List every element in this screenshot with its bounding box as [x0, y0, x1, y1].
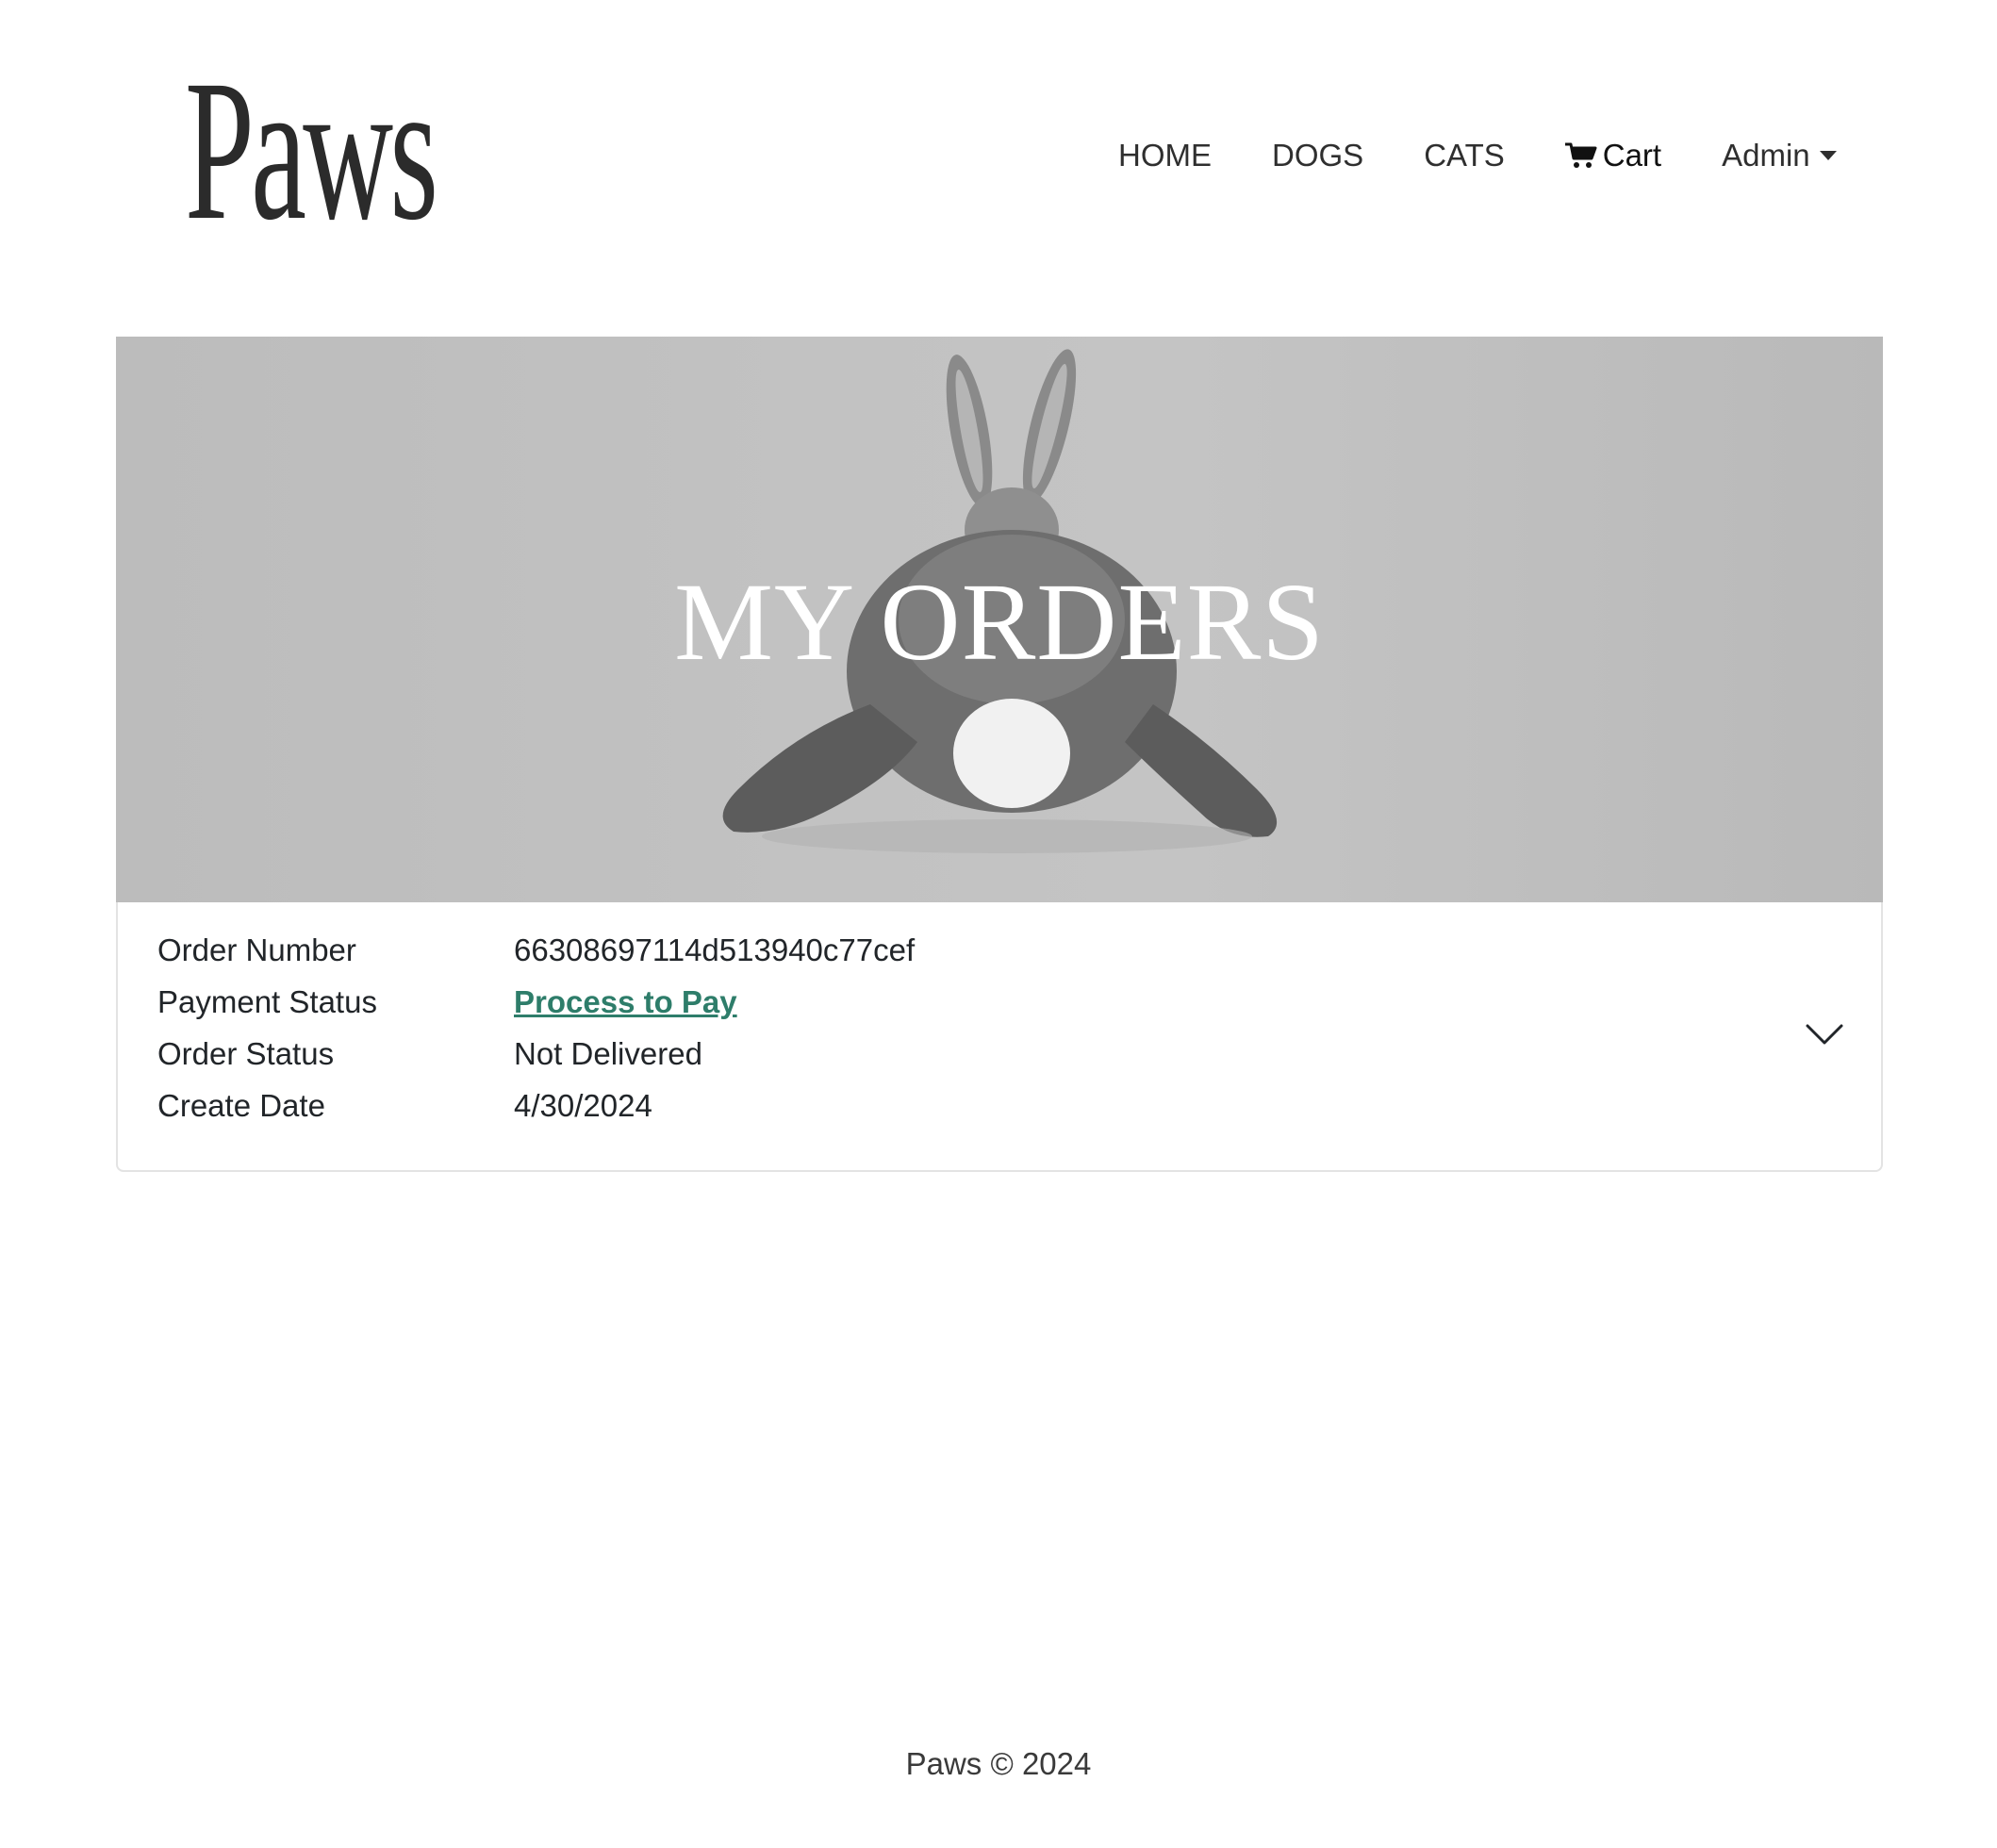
- order-number-row: Order Number 66308697114d513940c77cef: [157, 925, 915, 976]
- create-date-value: 4/30/2024: [514, 1088, 652, 1123]
- order-number-label: Order Number: [157, 932, 356, 967]
- create-date-label: Create Date: [157, 1088, 325, 1123]
- footer-copyright: Paws © 2024: [905, 1746, 1092, 1781]
- nav-dogs-link[interactable]: DOGS: [1272, 138, 1363, 173]
- nav-admin-label: Admin: [1722, 138, 1810, 173]
- nav-cats-link[interactable]: CATS: [1424, 138, 1505, 173]
- cart-icon: [1564, 142, 1597, 168]
- order-number-value: 66308697114d513940c77cef: [514, 932, 916, 967]
- site-header: Paws HOME DOGS CATS Cart Admin: [0, 0, 1997, 321]
- logo[interactable]: Paws: [185, 50, 438, 252]
- order-status-value: Not Delivered: [514, 1036, 702, 1071]
- payment-status-row: Payment Status Process to Pay: [157, 977, 737, 1028]
- nav-admin-dropdown[interactable]: Admin: [1722, 138, 1837, 173]
- hero-banner: MY ORDERS: [116, 337, 1883, 902]
- order-status-label: Order Status: [157, 1036, 335, 1071]
- footer: Paws © 2024: [0, 1746, 1997, 1782]
- chevron-down-icon[interactable]: [1806, 1023, 1843, 1046]
- order-card[interactable]: Order Number 66308697114d513940c77cef Pa…: [116, 902, 1883, 1172]
- page-title: MY ORDERS: [674, 560, 1325, 684]
- nav-home-link[interactable]: HOME: [1118, 138, 1212, 173]
- nav-cart-link[interactable]: Cart: [1564, 138, 1662, 173]
- main-nav: HOME DOGS CATS Cart Admin: [1118, 130, 1837, 181]
- nav-cart-label: Cart: [1602, 138, 1662, 173]
- process-to-pay-link[interactable]: Process to Pay: [514, 984, 737, 1020]
- caret-down-icon: [1819, 151, 1837, 160]
- payment-status-label: Payment Status: [157, 984, 377, 1019]
- create-date-row: Create Date 4/30/2024: [157, 1081, 652, 1131]
- order-status-row: Order Status Not Delivered: [157, 1029, 702, 1080]
